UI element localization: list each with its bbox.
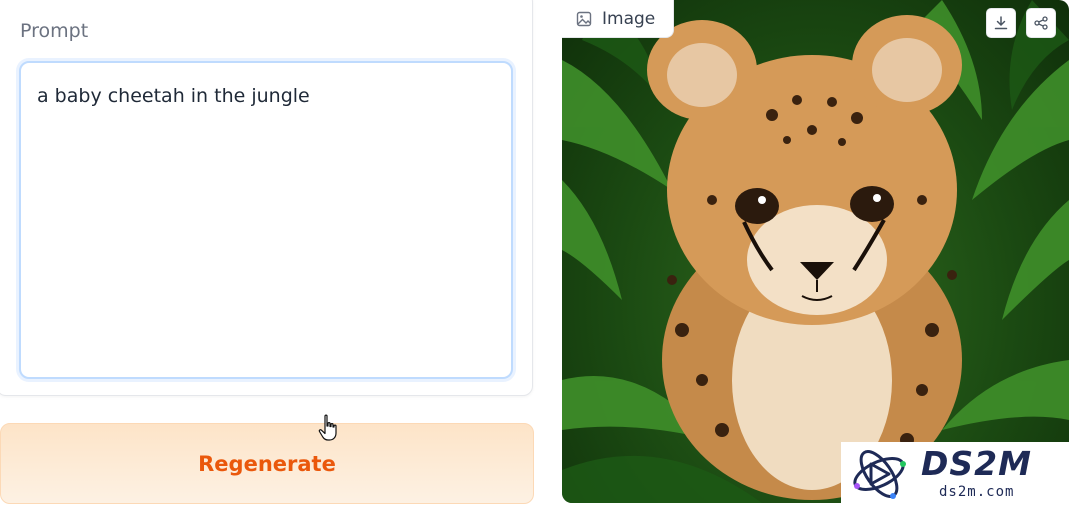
regenerate-button[interactable]: Regenerate <box>0 423 534 504</box>
generated-image <box>562 0 1069 503</box>
image-tab-label: Image <box>602 8 656 29</box>
watermark-subtitle: ds2m.com <box>939 484 1015 500</box>
image-tab: Image <box>562 0 674 38</box>
share-icon <box>1034 16 1048 30</box>
image-icon <box>576 11 592 26</box>
prompt-label: Prompt <box>20 20 89 42</box>
cheetah-cub-image <box>562 0 1069 503</box>
download-icon <box>994 16 1008 30</box>
prompt-panel: Prompt a baby cheetah in the jungle <box>0 0 533 396</box>
watermark-title: DS2M <box>921 444 1032 483</box>
download-button[interactable] <box>986 8 1016 38</box>
prompt-textarea[interactable]: a baby cheetah in the jungle <box>19 61 513 379</box>
ds2m-logo-icon <box>853 450 906 499</box>
share-button[interactable] <box>1026 8 1056 38</box>
hand-cursor-icon <box>318 414 337 441</box>
watermark: DS2M ds2m.com <box>841 442 1070 505</box>
